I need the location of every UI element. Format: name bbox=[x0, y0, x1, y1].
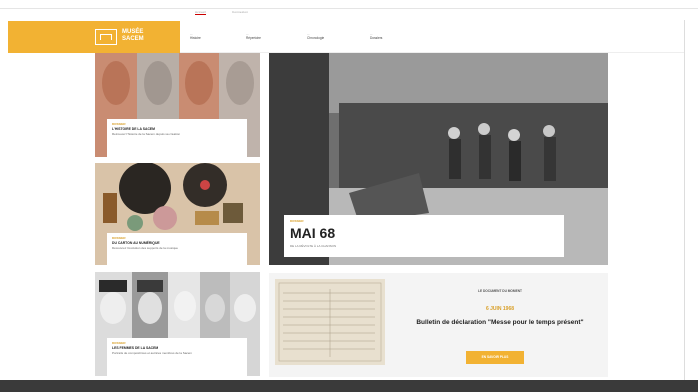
card-caption: DOSSIER L'HISTOIRE DE LA SACEM Retrouvez… bbox=[107, 119, 247, 157]
card-caption: DOSSIER DU CARTON AU NUMÉRIQUE Découvrez… bbox=[107, 233, 247, 265]
card-title: L'HISTOIRE DE LA SACEM bbox=[112, 127, 156, 131]
nav-label: Répertoire bbox=[246, 36, 261, 40]
nav-item-repertoire[interactable]: — Répertoire bbox=[246, 33, 261, 40]
card-eyebrow: DOSSIER bbox=[112, 122, 126, 126]
nav-label: Chronologie bbox=[307, 36, 325, 40]
card-caption: DOSSIER LES FEMMES DE LA SACEM Portraits… bbox=[107, 338, 247, 376]
card-eyebrow: DOSSIER bbox=[112, 341, 126, 345]
learn-more-button[interactable]: EN SAVOIR PLUS bbox=[466, 351, 524, 364]
card-femmes[interactable]: DOSSIER LES FEMMES DE LA SACEM Portraits… bbox=[95, 272, 260, 376]
card-title: DU CARTON AU NUMÉRIQUE bbox=[112, 241, 160, 245]
logo-icon[interactable] bbox=[95, 29, 117, 45]
document-date: 6 JUIN 1968 bbox=[485, 306, 515, 312]
card-supports[interactable]: DOSSIER DU CARTON AU NUMÉRIQUE Découvrez… bbox=[95, 163, 260, 265]
top-strip bbox=[0, 8, 698, 21]
card-text: Retrouvez l'histoire de la Sacem depuis … bbox=[112, 132, 181, 136]
hero-subtitle: DE LA RÉVOLTE À LA CHANSON bbox=[290, 244, 337, 248]
logo-band[interactable] bbox=[8, 21, 180, 53]
nav-item-dossiers[interactable]: — Dossiers bbox=[370, 33, 382, 40]
top-link-home[interactable]: Accueil bbox=[195, 10, 207, 15]
card-title: LES FEMMES DE LA SACEM bbox=[112, 346, 159, 350]
footer-bar bbox=[0, 380, 698, 392]
hero-caption: DOSSIER MAI 68 DE LA RÉVOLTE À LA CHANSO… bbox=[284, 215, 564, 257]
nav-label: Histoire bbox=[190, 36, 201, 40]
card-histoire[interactable]: DOSSIER L'HISTOIRE DE LA SACEM Retrouvez… bbox=[95, 53, 260, 157]
nav-label: Dossiers bbox=[370, 36, 383, 40]
nav-item-histoire[interactable]: — Histoire bbox=[190, 33, 201, 40]
document-title: Bulletin de déclaration "Messe pour le t… bbox=[416, 319, 584, 326]
page: Accueil Connexion MUSÉE SACEM — Histoire… bbox=[0, 0, 698, 392]
card-eyebrow: DOSSIER bbox=[112, 236, 126, 240]
top-link-login[interactable]: Connexion bbox=[232, 10, 248, 14]
document-eyebrow: LE DOCUMENT DU MOMENT bbox=[478, 289, 522, 293]
hero-eyebrow: DOSSIER bbox=[290, 219, 304, 223]
logo-text[interactable]: MUSÉE SACEM bbox=[122, 29, 144, 43]
logo-line2: SACEM bbox=[122, 36, 144, 42]
logo-line1: MUSÉE bbox=[122, 29, 144, 35]
hero-title: MAI 68 bbox=[290, 225, 336, 241]
right-divider bbox=[684, 20, 685, 380]
document-image[interactable] bbox=[275, 279, 385, 365]
nav-item-chronologie[interactable]: — Chronologie bbox=[307, 33, 324, 40]
card-text: Portraits de compositrices et autrices m… bbox=[112, 351, 193, 355]
card-text: Découvrez l'évolution des supports de la… bbox=[112, 246, 178, 250]
